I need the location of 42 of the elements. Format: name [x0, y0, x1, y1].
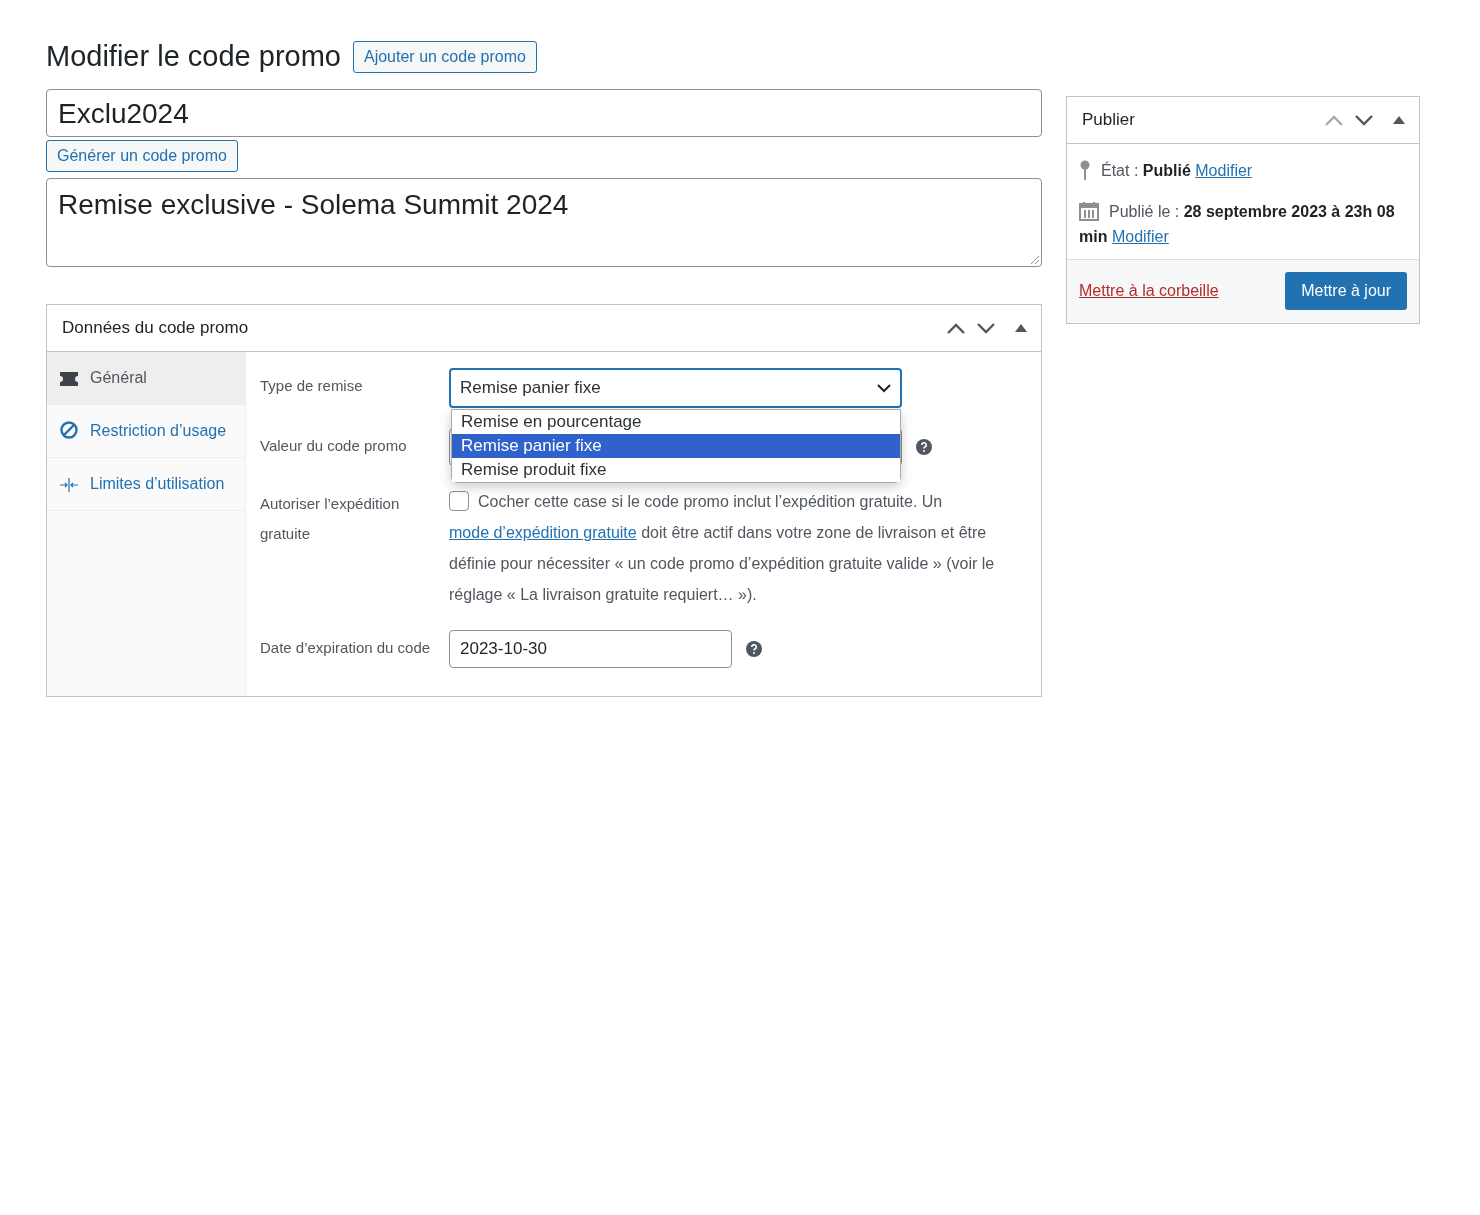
checkbox-description: Cocher cette case si le code promo inclut l’expédition gratuite. Un mode d’expédition gratuite doit être actif dans votre zone de livraison et être définie pour nécessiter « un code promo d’expédition gratuite valide » (voir le réglage « La livraison gratuite requiert… »). [449, 490, 996, 605]
date-input[interactable]: 2023-10-30 [449, 630, 732, 668]
field-label: Valeur du code promo [260, 436, 408, 456]
coupon-code-input[interactable]: Exclu2024 [46, 89, 1042, 137]
panel-title: Données du code promo [62, 318, 249, 338]
edit-status-link[interactable]: Modifier [1195, 162, 1253, 179]
collapse-toggle-button[interactable] [1393, 116, 1405, 124]
publish-date-text: Publié le : 28 septembre 2023 à 23h 08 min Modifier [1079, 200, 1396, 247]
field-label: Autoriser l’expédition gratuite [260, 494, 401, 544]
sidebar-tab[interactable]: Général [47, 352, 245, 405]
prohibited-icon [60, 421, 78, 439]
move-down-button[interactable] [977, 322, 995, 334]
calendar-icon [1079, 201, 1099, 221]
edit-date-link[interactable]: Modifier [1111, 228, 1169, 245]
update-button[interactable]: Mettre à jour [1285, 272, 1407, 310]
add-coupon-button[interactable]: Ajouter un code promo [353, 40, 537, 73]
free-shipping-link[interactable]: mode d’expédition gratuite [449, 524, 637, 541]
move-up-button[interactable] [947, 322, 965, 334]
help-icon[interactable] [916, 439, 932, 455]
dropdown-option[interactable]: Remise en pourcentage [452, 410, 900, 434]
ticket-icon [60, 372, 78, 386]
field-label: Date d’expiration du code [260, 638, 432, 658]
discount-type-select[interactable]: Remise panier fixe [449, 368, 902, 408]
resize-handle-icon[interactable] [1030, 255, 1039, 264]
pin-icon [1079, 160, 1091, 180]
sidebar-tab[interactable]: Restriction d’usage [47, 405, 245, 458]
status-text: État : Publié Modifier [1079, 158, 1407, 183]
field-label: Type de remise [260, 376, 364, 396]
chevron-down-icon [877, 383, 891, 393]
help-icon[interactable] [746, 641, 762, 657]
description-textarea[interactable]: Remise exclusive - Solema Summit 2024 [46, 178, 1042, 267]
page-title: Modifier le code promo [46, 40, 341, 73]
collapse-toggle-button[interactable] [1015, 324, 1027, 332]
arrows-to-line-icon [60, 478, 78, 492]
move-down-button[interactable] [1355, 114, 1373, 126]
dropdown-option[interactable]: Remise panier fixe [452, 434, 900, 458]
sidebar-tab[interactable]: Limites d’utilisation [47, 458, 245, 511]
dropdown-option[interactable]: Remise produit fixe [452, 458, 900, 482]
trash-link[interactable]: Mettre à la corbeille [1079, 282, 1219, 300]
checkbox[interactable] [449, 491, 469, 511]
generate-code-button[interactable]: Générer un code promo [46, 140, 238, 172]
panel-title: Publier [1082, 110, 1135, 130]
